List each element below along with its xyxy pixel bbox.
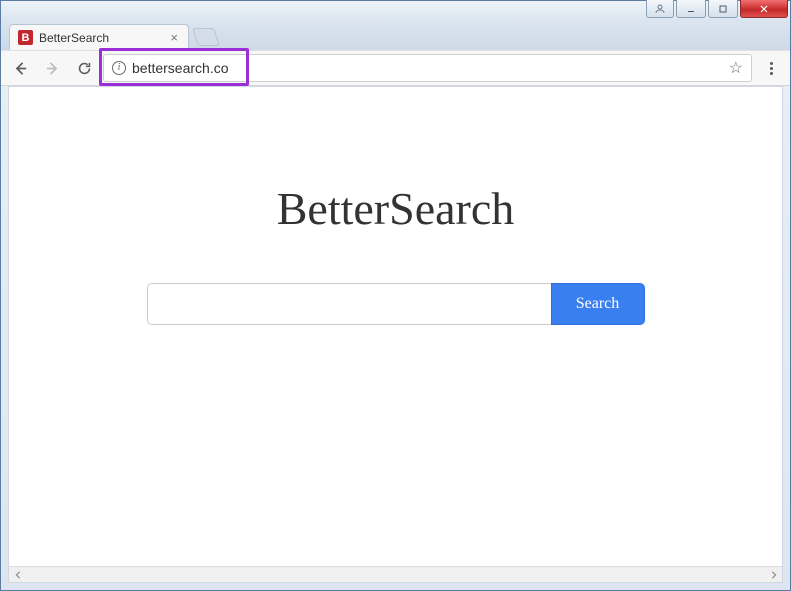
reload-icon [76, 60, 93, 77]
address-bar[interactable]: i bettersearch.co ☆ [103, 54, 752, 82]
maximize-icon [717, 3, 729, 15]
address-bar-container: i bettersearch.co ☆ [103, 54, 752, 82]
minimize-button[interactable] [676, 0, 706, 18]
browser-window: B BetterSearch × i bettersearch.co ☆ [0, 0, 791, 591]
tab-title: BetterSearch [39, 31, 162, 45]
reload-button[interactable] [71, 55, 97, 81]
page-title: BetterSearch [277, 182, 515, 235]
page-content: BetterSearch Search [8, 86, 783, 583]
search-input[interactable] [147, 283, 551, 325]
arrow-left-icon [12, 60, 29, 77]
close-icon [758, 3, 770, 15]
scroll-right-icon[interactable] [765, 567, 782, 582]
browser-toolbar: i bettersearch.co ☆ [1, 50, 790, 86]
kebab-menu-icon [770, 62, 773, 75]
maximize-button[interactable] [708, 0, 738, 18]
user-button[interactable] [646, 0, 674, 18]
bookmark-star-icon[interactable]: ☆ [729, 58, 743, 78]
tab-strip: B BetterSearch × [1, 21, 790, 50]
forward-button[interactable] [39, 55, 65, 81]
close-button[interactable] [740, 0, 788, 18]
scrollbar-track[interactable] [26, 567, 765, 582]
url-text: bettersearch.co [132, 60, 723, 76]
new-tab-button[interactable] [192, 28, 220, 46]
browser-tab[interactable]: B BetterSearch × [9, 24, 189, 50]
window-controls [646, 0, 788, 18]
favicon: B [18, 30, 33, 45]
back-button[interactable] [7, 55, 33, 81]
horizontal-scrollbar[interactable] [9, 566, 782, 582]
user-icon [654, 3, 666, 15]
browser-menu-button[interactable] [758, 55, 784, 81]
arrow-right-icon [44, 60, 61, 77]
tab-close-icon[interactable]: × [168, 30, 180, 45]
minimize-icon [685, 3, 697, 15]
search-form: Search [147, 283, 645, 325]
search-button[interactable]: Search [551, 283, 645, 325]
site-info-icon[interactable]: i [112, 61, 126, 75]
scroll-left-icon[interactable] [9, 567, 26, 582]
window-titlebar [1, 1, 790, 21]
